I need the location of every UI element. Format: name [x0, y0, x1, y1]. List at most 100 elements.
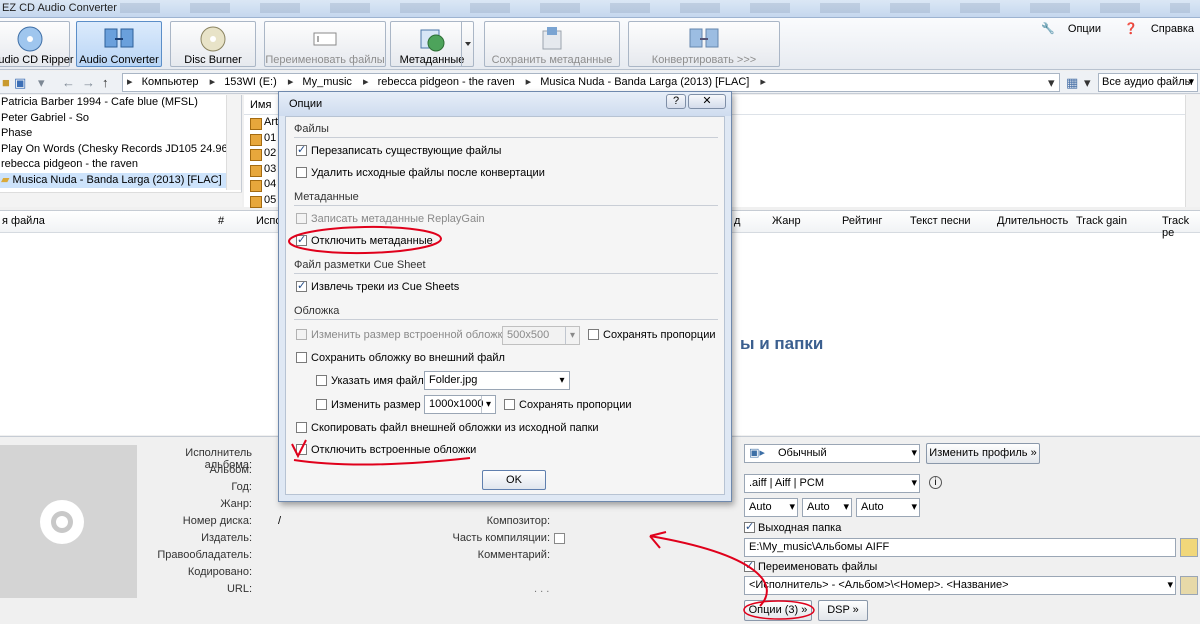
- ribbon-button-label: Переименовать файлы: [265, 54, 385, 66]
- disable-metadata-checkbox[interactable]: Отключить метаданные: [296, 233, 433, 247]
- disable-embedded-covers-checkbox[interactable]: Отключить встроенные обложки: [296, 444, 476, 456]
- save-metadata-button[interactable]: Сохранить метаданные: [484, 21, 620, 67]
- label-comment: Комментарий:: [477, 549, 550, 561]
- format-select[interactable]: .aiff | Aiff | PCM ▾: [744, 474, 920, 493]
- section-divider: [294, 137, 718, 138]
- col-filename[interactable]: я файла: [2, 215, 45, 227]
- info-icon[interactable]: i: [929, 476, 942, 489]
- breadcrumb-sep-icon: ▸: [287, 76, 294, 88]
- col-duration[interactable]: Длительность: [997, 215, 1068, 227]
- file-list-scrollbar[interactable]: [1185, 95, 1200, 207]
- address-path[interactable]: ▸ Компьютер ▸ 153WI (E:) ▸ My_music ▸ re…: [122, 73, 1060, 92]
- checkbox-box: [744, 559, 755, 572]
- cover-filename-select[interactable]: Folder.jpg ▾: [424, 371, 570, 390]
- computer-icon[interactable]: ▣: [14, 75, 26, 91]
- resize-cover-checkbox[interactable]: Изменить размер: [316, 399, 421, 411]
- drop-hint-text: ы и папки: [740, 334, 824, 353]
- col-rating[interactable]: Рейтинг: [842, 215, 882, 227]
- auto-select-1[interactable]: Auto ▾: [744, 498, 798, 517]
- cover-size-select[interactable]: 1000x1000 ▾: [424, 395, 496, 414]
- forward-arrow-icon[interactable]: →: [82, 75, 95, 90]
- file-type-filter[interactable]: Все аудио файлы: [1098, 73, 1198, 92]
- tree-horizontal-scrollbar[interactable]: [0, 192, 242, 207]
- view-grid-icon[interactable]: ▦: [1066, 75, 1078, 91]
- disc-number-separator: /: [278, 515, 282, 527]
- save-external-cover-checkbox[interactable]: Сохранить обложку во внешний файл: [296, 352, 505, 364]
- help-link[interactable]: ❓ Справка: [1114, 23, 1194, 35]
- label-copyright: Правообладатель:: [157, 549, 252, 561]
- col-genre[interactable]: Жанр: [772, 215, 801, 227]
- audio-cd-ripper-button[interactable]: Audio CD Ripper: [0, 21, 74, 67]
- metadata-dropdown-arrow[interactable]: [461, 22, 473, 66]
- overwrite-files-checkbox[interactable]: Перезаписать существующие файлы: [296, 143, 501, 157]
- options-link[interactable]: 🔧 Опции: [1031, 23, 1101, 35]
- profile-select[interactable]: ▣▸ Обычный ▾: [744, 444, 920, 463]
- breadcrumb-segment[interactable]: Компьютер: [142, 76, 199, 88]
- col-track-gain[interactable]: Track gain: [1076, 215, 1127, 227]
- label-disc-number: Номер диска:: [182, 515, 252, 527]
- breadcrumb-segment[interactable]: Musica Nuda - Banda Larga (2013) [FLAC]: [540, 76, 749, 88]
- dsp-button[interactable]: DSP »: [818, 600, 868, 621]
- delete-source-checkbox[interactable]: Удалить исходные файлы после конвертации: [296, 167, 545, 179]
- section-divider: [294, 273, 718, 274]
- checkbox-box: [296, 422, 307, 433]
- convert-button[interactable]: Конвертировать >>>: [628, 21, 780, 67]
- change-profile-button[interactable]: Изменить профиль »: [926, 443, 1040, 464]
- ok-button[interactable]: OK: [482, 470, 546, 490]
- compilation-checkbox[interactable]: [554, 533, 565, 544]
- label-publisher: Издатель:: [201, 532, 252, 544]
- keep-aspect-checkbox-1[interactable]: Сохранять пропорции: [588, 329, 716, 341]
- disc-burner-button[interactable]: Disc Burner: [170, 21, 256, 67]
- label-composer: Композитор:: [486, 515, 550, 527]
- path-dropdown-icon[interactable]: ▾: [1048, 75, 1055, 91]
- rename-files-button[interactable]: Переименовать файлы: [264, 21, 386, 67]
- rename-pattern-input[interactable]: <Исполнитель> - <Альбом>\<Номер>. <Назва…: [744, 576, 1176, 595]
- breadcrumb-segment[interactable]: 153WI (E:): [224, 76, 277, 88]
- output-folder-input[interactable]: E:\My_music\Альбомы AIFF: [744, 538, 1176, 557]
- tree-item-selected[interactable]: ▰ Musica Nuda - Banda Larga (2013) [FLAC…: [0, 172, 241, 188]
- audio-converter-button[interactable]: Audio Converter: [76, 21, 162, 67]
- tree-item[interactable]: Patricia Barber 1994 - Cafe blue (MFSL): [0, 95, 241, 111]
- keep-aspect-checkbox-2[interactable]: Сохранять пропорции: [504, 399, 632, 411]
- checkbox-box: [296, 213, 307, 224]
- embedded-size-select[interactable]: 500x500 ▾: [502, 326, 580, 345]
- col-track-peak[interactable]: Track pe: [1162, 215, 1200, 239]
- dialog-close-button[interactable]: ✕: [688, 94, 726, 109]
- album-cover-placeholder[interactable]: [0, 445, 137, 598]
- dialog-help-button[interactable]: ?: [666, 94, 686, 109]
- output-folder-checkbox[interactable]: Выходная папка: [744, 520, 841, 534]
- browse-folder-icon[interactable]: [1180, 538, 1198, 557]
- back-arrow-icon[interactable]: ←: [62, 75, 75, 90]
- section-files: Файлы: [294, 123, 329, 135]
- auto-select-2[interactable]: Auto ▾: [802, 498, 852, 517]
- col-year[interactable]: д: [734, 215, 740, 227]
- breadcrumb-sep-icon: ▸: [525, 76, 532, 88]
- label-encoded-by: Кодировано:: [187, 566, 252, 578]
- breadcrumb-segment[interactable]: My_music: [302, 76, 352, 88]
- extract-cue-checkbox[interactable]: Извлечь треки из Cue Sheets: [296, 279, 459, 293]
- checkbox-box: [296, 233, 307, 246]
- replaygain-checkbox[interactable]: Записать метаданные ReplayGain: [296, 213, 485, 225]
- breadcrumb-segment[interactable]: rebecca pidgeon - the raven: [378, 76, 515, 88]
- rename-files-checkbox[interactable]: Переименовать файлы: [744, 559, 877, 573]
- tree-item[interactable]: Peter Gabriel - So: [0, 111, 241, 127]
- options-button[interactable]: Опции (3) »: [744, 600, 812, 621]
- set-filename-checkbox[interactable]: Указать имя файла: [316, 375, 430, 387]
- ribbon-button-label: Audio Converter: [79, 54, 159, 66]
- tree-vertical-scrollbar[interactable]: [226, 95, 241, 190]
- col-lyrics[interactable]: Текст песни: [910, 215, 971, 227]
- copy-external-cover-checkbox[interactable]: Скопировать файл внешней обложки из исхо…: [296, 422, 599, 434]
- checkbox-box: [744, 520, 755, 533]
- view-dropdown-icon[interactable]: ▾: [1084, 75, 1091, 91]
- tree-item[interactable]: Phase: [0, 126, 241, 142]
- tree-item[interactable]: rebecca pidgeon - the raven: [0, 157, 241, 173]
- metadata-button[interactable]: Метаданные: [390, 21, 474, 67]
- dropdown-arrow-icon[interactable]: ▾: [38, 75, 45, 91]
- col-number[interactable]: #: [218, 215, 224, 227]
- up-arrow-icon[interactable]: ↑: [102, 75, 109, 90]
- resize-embedded-checkbox[interactable]: Изменить размер встроенной обложки: [296, 329, 509, 341]
- auto-select-3[interactable]: Auto ▾: [856, 498, 920, 517]
- pattern-editor-icon[interactable]: [1180, 576, 1198, 595]
- tree-item[interactable]: Play On Words (Chesky Records JD105 24.9…: [0, 142, 241, 158]
- checkbox-box: [316, 375, 327, 386]
